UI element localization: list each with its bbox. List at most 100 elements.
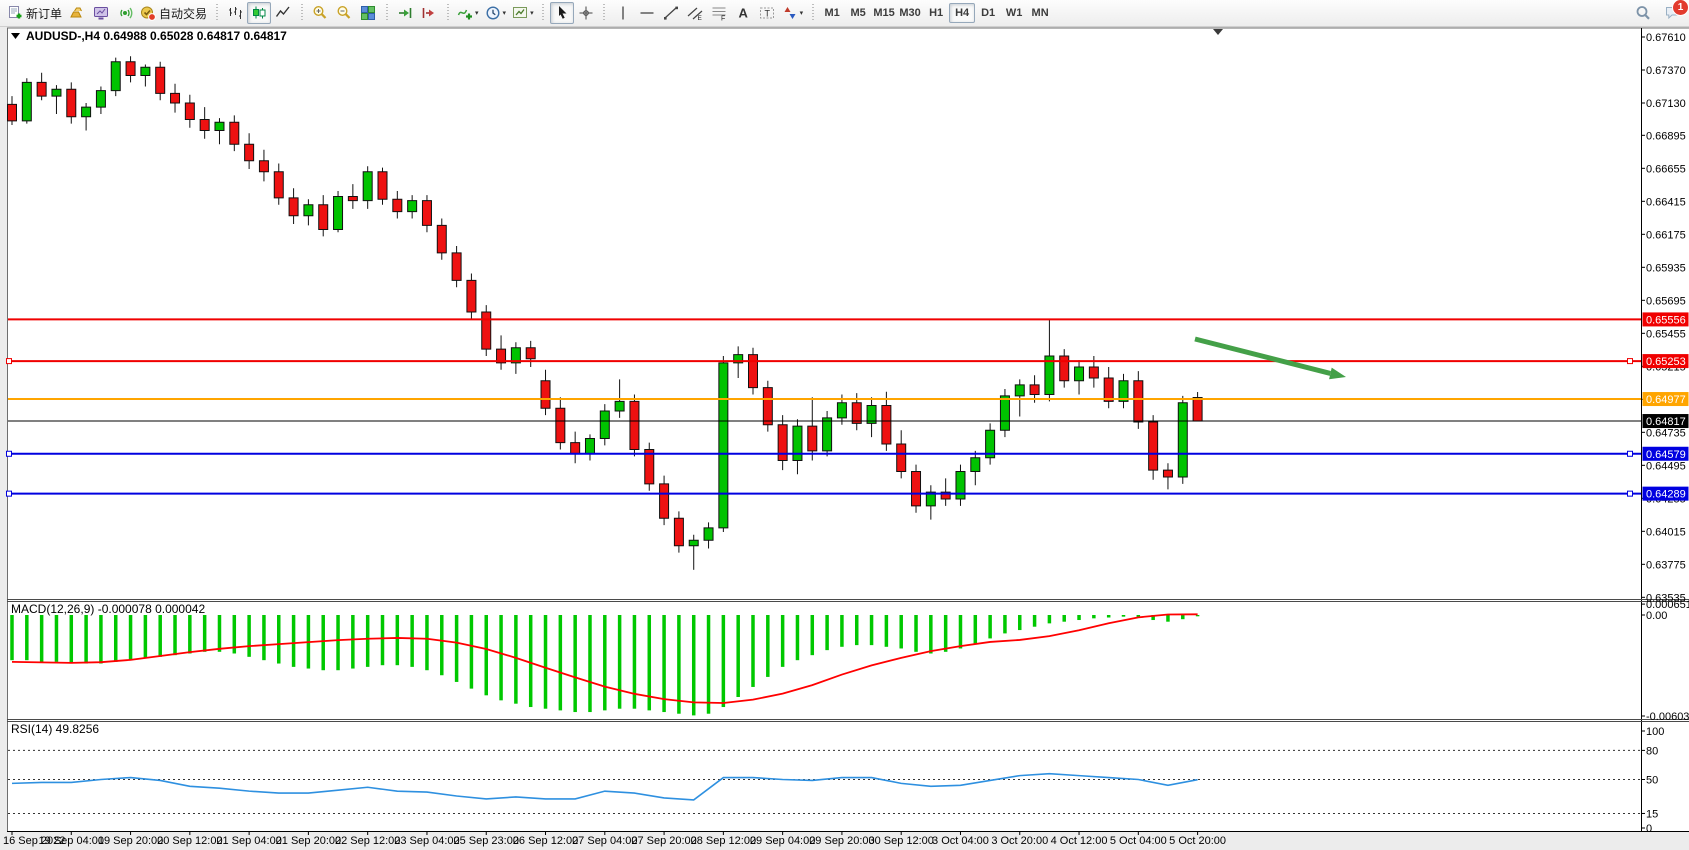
macd-histogram-bar bbox=[825, 615, 829, 650]
macd-histogram-bar bbox=[692, 615, 696, 715]
price-axis-tick-label: 0.66655 bbox=[1646, 163, 1686, 175]
candle-body bbox=[171, 93, 180, 103]
autotrading-label: 自动交易 bbox=[159, 5, 207, 22]
price-tag-label: 0.64289 bbox=[1646, 489, 1686, 501]
toolbar-separator bbox=[383, 4, 390, 22]
templates-button[interactable]: ▾ bbox=[509, 2, 537, 24]
macd-histogram-bar bbox=[885, 615, 889, 647]
chart-background[interactable] bbox=[7, 28, 1689, 831]
price-axis-tick-label: 0.66895 bbox=[1646, 130, 1686, 142]
market-watch-button[interactable] bbox=[89, 2, 113, 24]
indicators-button[interactable]: ▾ bbox=[454, 2, 482, 24]
candle-body bbox=[763, 388, 772, 425]
line-handle[interactable] bbox=[7, 359, 12, 364]
macd-histogram-bar bbox=[988, 615, 992, 638]
candle-body bbox=[882, 406, 891, 445]
search-button[interactable] bbox=[1631, 2, 1655, 24]
chart-bars-button[interactable] bbox=[223, 2, 247, 24]
timeframe-w1-button[interactable]: W1 bbox=[1001, 3, 1027, 23]
timeframe-h4-button[interactable]: H4 bbox=[949, 3, 975, 23]
templates-icon bbox=[512, 5, 528, 21]
macd-histogram-bar bbox=[1181, 615, 1185, 619]
draw-hline-button[interactable] bbox=[635, 2, 659, 24]
draw-arrows-icon bbox=[782, 5, 798, 21]
draw-trendline-button[interactable] bbox=[659, 2, 683, 24]
crosshair-button[interactable] bbox=[574, 2, 598, 24]
time-axis: 16 Sep 202219 Sep 04:0019 Sep 20:0020 Se… bbox=[3, 831, 1226, 847]
svg-text:F: F bbox=[721, 16, 725, 22]
timeframe-m15-button[interactable]: M15 bbox=[871, 3, 897, 23]
candle-body bbox=[674, 518, 683, 546]
timeframe-h1-button[interactable]: H1 bbox=[923, 3, 949, 23]
time-axis-label: 20 Sep 12:00 bbox=[157, 835, 222, 847]
macd-histogram-bar bbox=[870, 615, 874, 645]
timeframe-m5-button[interactable]: M5 bbox=[845, 3, 871, 23]
periods-button[interactable]: ▾ bbox=[482, 2, 510, 24]
chart-shift-button[interactable] bbox=[417, 2, 441, 24]
cursor-button[interactable] bbox=[550, 2, 574, 24]
chart-line-button[interactable] bbox=[271, 2, 295, 24]
candle-body bbox=[541, 381, 550, 409]
notifications-button[interactable]: 1 bbox=[1665, 5, 1681, 21]
price-axis-tick-label: 0.64495 bbox=[1646, 460, 1686, 472]
zoom-in-icon bbox=[312, 5, 328, 21]
line-handle[interactable] bbox=[1628, 359, 1633, 364]
macd-histogram-bar bbox=[974, 615, 978, 643]
timeframe-mn-button[interactable]: MN bbox=[1027, 3, 1053, 23]
draw-fibo-button[interactable]: F bbox=[707, 2, 731, 24]
candle-body bbox=[823, 418, 832, 451]
candle-body bbox=[1163, 470, 1172, 477]
draw-channel-button[interactable]: E bbox=[683, 2, 707, 24]
timeframe-m30-button[interactable]: M30 bbox=[897, 3, 923, 23]
zoom-out-button[interactable] bbox=[332, 2, 356, 24]
time-axis-label: 23 Sep 04:00 bbox=[394, 835, 459, 847]
macd-histogram-bar bbox=[55, 615, 59, 662]
macd-histogram-bar bbox=[766, 615, 770, 677]
signals-button[interactable] bbox=[113, 2, 137, 24]
macd-histogram-bar bbox=[899, 615, 903, 648]
line-handle[interactable] bbox=[1628, 491, 1633, 496]
macd-histogram-bar bbox=[1003, 615, 1007, 633]
price-tag-label: 0.65556 bbox=[1646, 314, 1686, 326]
time-axis-label: 29 Sep 04:00 bbox=[750, 835, 815, 847]
candle-body bbox=[274, 172, 283, 198]
time-axis-label: 30 Sep 12:00 bbox=[868, 835, 933, 847]
time-axis-label: 19 Sep 04:00 bbox=[39, 835, 104, 847]
chart-window[interactable]: 0.676100.673700.671300.668950.666550.664… bbox=[0, 0, 1689, 850]
candle-body bbox=[1193, 398, 1202, 422]
candle-body bbox=[1030, 385, 1039, 395]
draw-vline-button[interactable] bbox=[611, 2, 635, 24]
timeframe-m1-button[interactable]: M1 bbox=[819, 3, 845, 23]
price-axis-tick-label: 0.64735 bbox=[1646, 427, 1686, 439]
candle-body bbox=[289, 198, 298, 216]
timeframe-d1-button[interactable]: D1 bbox=[975, 3, 1001, 23]
macd-histogram-bar bbox=[1122, 615, 1126, 617]
autotrading-icon bbox=[140, 5, 156, 21]
macd-histogram-bar bbox=[914, 615, 918, 652]
line-handle[interactable] bbox=[1628, 451, 1633, 456]
draw-fibo-icon: F bbox=[711, 5, 727, 21]
svg-text:T: T bbox=[764, 9, 770, 19]
autotrading-button[interactable]: 自动交易 bbox=[137, 2, 210, 24]
zoom-in-button[interactable] bbox=[308, 2, 332, 24]
chart-candles-button[interactable] bbox=[247, 2, 271, 24]
draw-text-button[interactable]: A bbox=[731, 2, 755, 24]
candle-body bbox=[689, 540, 698, 546]
chart-line-icon bbox=[275, 5, 291, 21]
macd-histogram-bar bbox=[188, 615, 192, 653]
price-tag-label: 0.64977 bbox=[1646, 394, 1686, 406]
svg-text:E: E bbox=[697, 15, 702, 21]
candle-body bbox=[200, 120, 209, 131]
line-handle[interactable] bbox=[7, 491, 12, 496]
draw-label-button[interactable]: T bbox=[755, 2, 779, 24]
candle-body bbox=[467, 280, 476, 312]
candle-body bbox=[793, 426, 802, 460]
auto-scroll-button[interactable] bbox=[393, 2, 417, 24]
line-handle[interactable] bbox=[7, 451, 12, 456]
quotes-button[interactable] bbox=[65, 2, 89, 24]
tile-windows-button[interactable] bbox=[356, 2, 380, 24]
new-order-button[interactable]: 新订单 bbox=[4, 2, 65, 24]
candle-body bbox=[408, 201, 417, 212]
macd-histogram-bar bbox=[796, 615, 800, 660]
draw-arrows-button[interactable]: ▾ bbox=[779, 2, 807, 24]
